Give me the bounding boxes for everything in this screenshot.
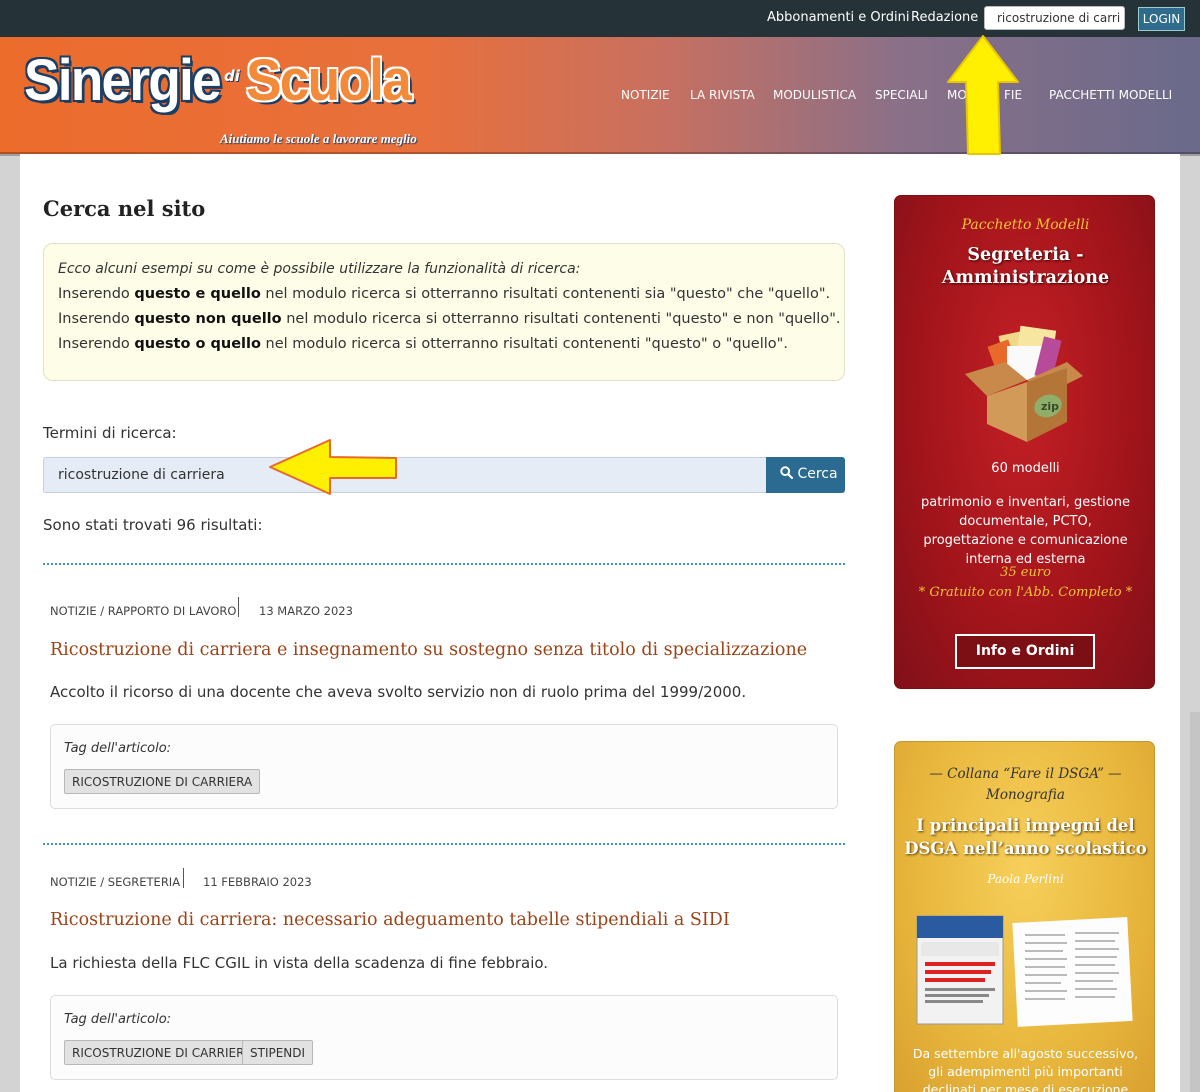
ad-price: 35 euro * Gratuito con l'Abb. Completo * [918,565,1133,600]
nav-item-speciali[interactable]: SPECIALI [875,88,928,102]
ad-title: Segreteria - Amministrazione [941,245,1110,288]
tag-ricostruzione-di-carriera[interactable]: RICOSTRUZIONE DI CARRIERA [64,769,261,794]
tags-label: Tag dell'articolo: [64,1012,172,1027]
search-terms-label: Termini di ricerca: [43,424,177,442]
result-title[interactable]: Ricostruzione di carriera e insegnamento… [50,640,807,660]
page-title: Cerca nel sito [43,196,206,221]
search-icon [780,466,794,480]
result-date: 13 MARZO 2023 [259,604,353,618]
nav-item-pacchetti-modelli[interactable]: PACCHETTI MODELLI [1049,88,1172,102]
login-button[interactable]: LOGIN [1138,7,1185,31]
hint-line: Inserendo questo e quello nel modulo ric… [58,286,831,302]
result-category[interactable]: NOTIZIE / SEGRETERIA [50,875,180,889]
logo-word-di: di [224,67,240,85]
search-hint-box: Ecco alcuni esempi su come è possibile u… [43,243,845,381]
search-button-label: Cerca [797,466,838,482]
subscriptions-link[interactable]: Abbonamenti e Ordini [767,10,910,25]
ad-kicker: Pacchetto Modelli [961,217,1090,233]
info-orders-button[interactable]: Info e Ordini [955,634,1095,669]
result-divider [43,843,845,845]
results-count: Sono stati trovati 96 risultati: [43,516,263,534]
ad-description: Da settembre all'agosto successivo, gli … [912,1046,1139,1092]
ad-pacchetto-segreteria[interactable]: Pacchetto Modelli Segreteria - Amministr… [894,195,1155,689]
logo-word-scuola: Scuola [246,48,412,113]
logo-tagline: Aiutiamo le scuole a lavorare meglio [220,131,417,146]
meta-divider [183,868,184,888]
site-logo[interactable]: Sinergie di Scuola Aiutiamo le scuole a … [24,45,464,151]
ad-description: patrimonio e inventari, gestione documen… [921,495,1130,567]
nav-item-la-rivista[interactable]: LA RIVISTA [690,88,755,102]
search-input[interactable]: ricostruzione di carriera [43,457,766,493]
yellow-arrow-annotation [269,439,397,495]
zip-box-icon: zip [965,325,1083,442]
ad-title: I principali impegni del DSGA nell’anno … [904,816,1147,858]
ad-author: Paola Perlini [987,872,1064,886]
hint-intro: Ecco alcuni esempi su come è possibile u… [58,261,581,277]
result-title[interactable]: Ricostruzione di carriera: necessario ad… [50,910,730,930]
search-button[interactable]: Cerca [766,457,845,493]
nav-item-modulistica[interactable]: MODULISTICA [773,88,856,102]
result-tags-box: Tag dell'articolo: RICOSTRUZIONE DI CARR… [50,995,838,1080]
ad-kicker: — Collana “Fare il DSGA” — Monografia [929,766,1122,803]
result-divider [43,563,845,565]
result-description: Accolto il ricorso di una docente che av… [50,683,747,701]
tag-ricostruzione-di-carriera[interactable]: RICOSTRUZIONE DI CARRIERA [64,1040,261,1065]
result-description: La richiesta della FLC CGIL in vista del… [50,954,549,972]
result-date: 11 FEBBRAIO 2023 [203,875,312,889]
tags-label: Tag dell'articolo: [64,741,172,756]
svg-text:zip: zip [1041,400,1059,413]
top-bar: Abbonamenti e Ordini Redazione ricostruz… [0,0,1200,37]
meta-divider [238,597,239,617]
book-cover-image [916,915,1133,1027]
ad-monografia-dsga[interactable]: — Collana “Fare il DSGA” — Monografia I … [894,741,1155,1092]
tag-stipendi[interactable]: STIPENDI [242,1040,314,1065]
editorial-link[interactable]: Redazione [911,10,978,25]
result-tags-box: Tag dell'articolo: RICOSTRUZIONE DI CARR… [50,724,838,809]
result-category[interactable]: NOTIZIE / RAPPORTO DI LAVORO [50,604,236,618]
hint-line: Inserendo questo non quello nel modulo r… [58,311,841,327]
logo-word-sinergie: Sinergie [24,48,222,113]
yellow-arrow-annotation [947,35,1019,155]
site-header: Sinergie di Scuola Aiutiamo le scuole a … [0,37,1200,154]
scrollbar-thumb[interactable] [1190,712,1200,1092]
nav-item-notizie[interactable]: NOTIZIE [621,88,670,102]
header-search-input[interactable]: ricostruzione di carri [984,6,1125,30]
hint-line: Inserendo questo o quello nel modulo ric… [58,336,788,352]
ad-count: 60 modelli [991,461,1060,476]
